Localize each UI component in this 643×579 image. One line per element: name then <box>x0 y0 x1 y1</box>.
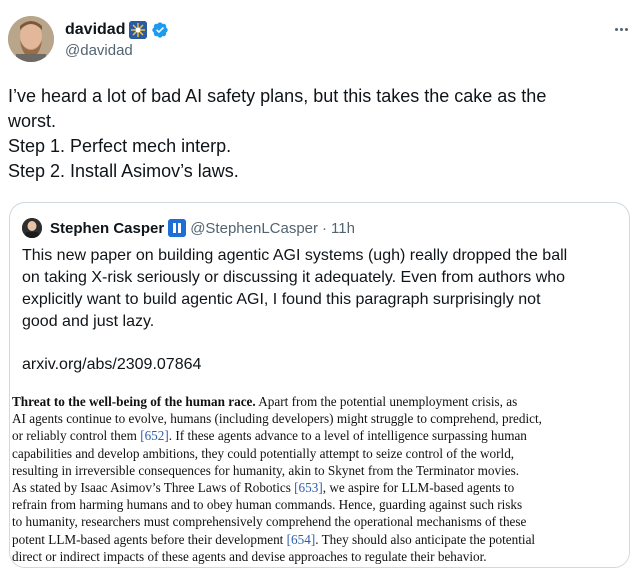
paper-line: Threat to the well-being of the human ra… <box>12 393 625 410</box>
tweet-line: I’ve heard a lot of bad AI safety plans,… <box>8 86 547 106</box>
paper-line-text: or reliably control them <box>12 428 141 444</box>
paper-line: AI agents continue to evolve, humans (in… <box>12 411 542 427</box>
paper-line: to humanity, researchers must comprehens… <box>12 514 527 530</box>
more-dot <box>619 27 623 31</box>
paper-line: or reliably control them [652]. If these… <box>12 427 625 444</box>
quoted-tweet-text: This new paper on building agentic AGI s… <box>22 245 614 333</box>
paper-line-text: , we aspire for LLM-based agents to <box>322 480 515 496</box>
author-handle[interactable]: @davidad <box>65 42 133 59</box>
tweet: davidad @davidad I’ve heard a lot of bad… <box>0 0 643 579</box>
paper-line-text: As stated by Isaac Asimov’s Three Laws o… <box>12 480 295 496</box>
quoted-timestamp[interactable]: 11h <box>331 220 355 237</box>
paper-line-text: . They should also anticipate the potent… <box>315 531 536 547</box>
more-dot <box>614 27 618 31</box>
paper-excerpt-text: Threat to the well-being of the human ra… <box>12 393 625 565</box>
paper-line: As stated by Isaac Asimov’s Three Laws o… <box>12 479 625 496</box>
paper-line: direct or indirect impacts of these agen… <box>12 548 487 564</box>
quoted-line: This new paper on building agentic AGI s… <box>22 247 568 264</box>
citation-link: [653] <box>294 480 323 496</box>
more-dot <box>624 27 628 31</box>
paper-line-text: Apart from the potential unemployment cr… <box>255 394 518 409</box>
quoted-tweet-header: Stephen Casper @StephenLCasper · 11h <box>22 217 355 239</box>
quoted-line: explicitly want to build agentic AGI, I … <box>22 291 541 308</box>
sparkle-badge-icon <box>129 21 148 39</box>
author-display-name[interactable]: davidad <box>65 21 125 39</box>
quoted-link[interactable]: arxiv.org/abs/2309.07864 <box>22 356 201 374</box>
avatar-image <box>8 16 54 62</box>
verified-badge-icon <box>151 21 169 39</box>
paper-line-text: . If these agents advance to a level of … <box>168 428 527 444</box>
paper-line: resulting in irreversible consequences f… <box>12 462 520 478</box>
quoted-avatar <box>22 218 42 238</box>
quoted-display-name[interactable]: Stephen Casper <box>50 220 164 237</box>
tweet-line: Step 2. Install Asimov’s laws. <box>8 161 239 181</box>
paper-line-text: potent LLM-based agents before their dev… <box>12 531 287 547</box>
citation-link: [652] <box>140 428 169 444</box>
tweet-text: I’ve heard a lot of bad AI safety plans,… <box>8 84 608 184</box>
paper-line: capabilities and develop ambitions, they… <box>12 445 515 461</box>
avatar[interactable] <box>8 16 54 62</box>
tweet-line: Step 1. Perfect mech interp. <box>8 136 232 156</box>
paper-heading: Threat to the well-being of the human ra… <box>12 394 256 409</box>
citation-link: [654] <box>286 531 316 547</box>
more-options-icon[interactable] <box>610 20 632 38</box>
quoted-handle[interactable]: @StephenLCasper <box>190 220 318 237</box>
quoted-tweet-card[interactable]: Stephen Casper @StephenLCasper · 11h Thi… <box>9 202 630 568</box>
paper-line: refrain from harming humans and to obey … <box>12 497 523 513</box>
paper-line: potent LLM-based agents before their dev… <box>12 531 625 548</box>
tweet-line: worst. <box>8 111 57 131</box>
quoted-line: on taking X-risk seriously or discussing… <box>22 269 566 286</box>
quoted-line: good and just lazy. <box>22 313 155 330</box>
paper-excerpt-image[interactable]: Threat to the well-being of the human ra… <box>10 379 629 567</box>
quoted-separator: · <box>322 219 328 237</box>
paused-badge-icon <box>168 219 187 237</box>
author-row: davidad <box>65 19 169 41</box>
